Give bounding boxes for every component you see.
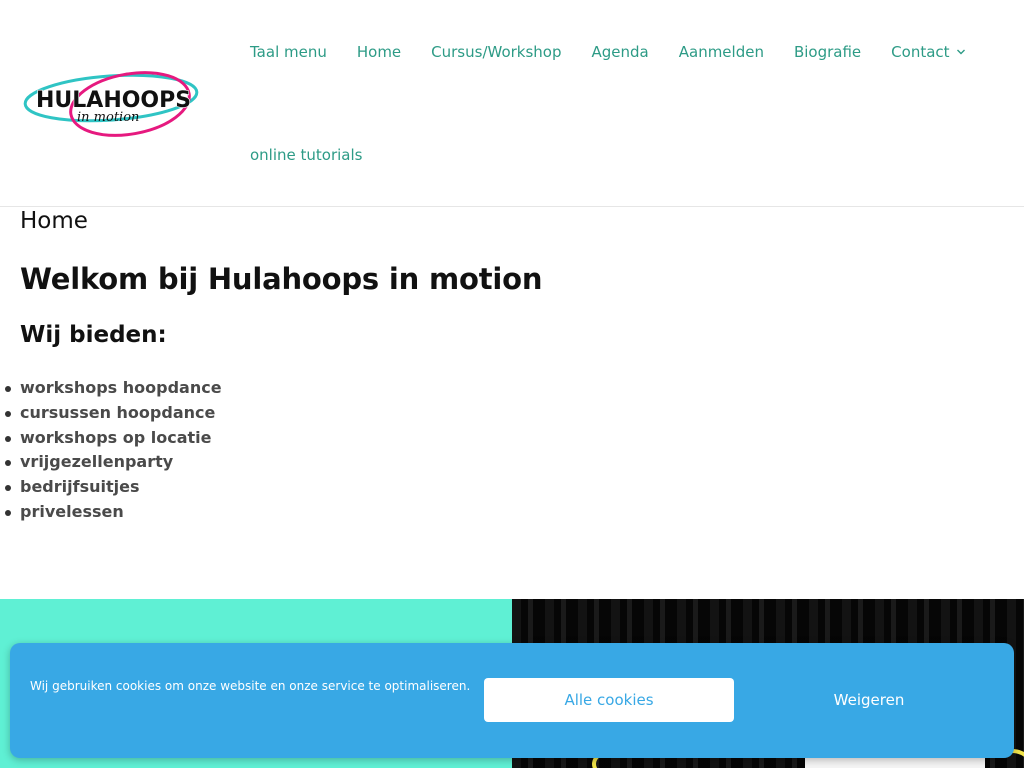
- cookie-message: Wij gebruiken cookies om onze website en…: [30, 679, 471, 693]
- offers-heading: Wij bieden:: [20, 322, 167, 348]
- main-navigation: Taal menu Home Cursus/Workshop Agenda Aa…: [250, 43, 996, 61]
- list-item: bedrijfsuitjes: [5, 475, 222, 500]
- list-item: vrijgezellenparty: [5, 450, 222, 475]
- nav-item-aanmelden[interactable]: Aanmelden: [679, 43, 764, 61]
- nav-item-online-tutorials[interactable]: online tutorials: [250, 146, 362, 164]
- welcome-heading: Welkom bij Hulahoops in motion: [20, 262, 543, 296]
- site-header: HULAHOOPS in motion Taal menu Home Cursu…: [0, 0, 1024, 207]
- offers-list: workshops hoopdance cursussen hoopdance …: [5, 376, 222, 525]
- nav-item-cursus-workshop[interactable]: Cursus/Workshop: [431, 43, 561, 61]
- main-navigation-row-2: online tutorials: [250, 146, 392, 164]
- nav-item-agenda[interactable]: Agenda: [592, 43, 649, 61]
- nav-item-taal-menu[interactable]: Taal menu: [250, 43, 327, 61]
- cookie-banner: Wij gebruiken cookies om onze website en…: [10, 643, 1014, 758]
- list-item: workshops op locatie: [5, 426, 222, 451]
- site-logo[interactable]: HULAHOOPS in motion: [22, 66, 200, 140]
- nav-item-contact[interactable]: Contact: [891, 43, 965, 61]
- list-item: workshops hoopdance: [5, 376, 222, 401]
- hulahoops-logo-graphic: HULAHOOPS in motion: [23, 71, 199, 137]
- svg-text:in motion: in motion: [77, 110, 139, 125]
- page-title: Home: [20, 208, 88, 234]
- list-item: cursussen hoopdance: [5, 401, 222, 426]
- chevron-down-icon: [956, 49, 965, 55]
- nav-item-biografie[interactable]: Biografie: [794, 43, 861, 61]
- nav-item-contact-label: Contact: [891, 43, 950, 61]
- accept-all-cookies-button[interactable]: Alle cookies: [484, 678, 734, 722]
- deny-cookies-button[interactable]: Weigeren: [744, 678, 994, 722]
- nav-item-home[interactable]: Home: [357, 43, 401, 61]
- list-item: privelessen: [5, 500, 222, 525]
